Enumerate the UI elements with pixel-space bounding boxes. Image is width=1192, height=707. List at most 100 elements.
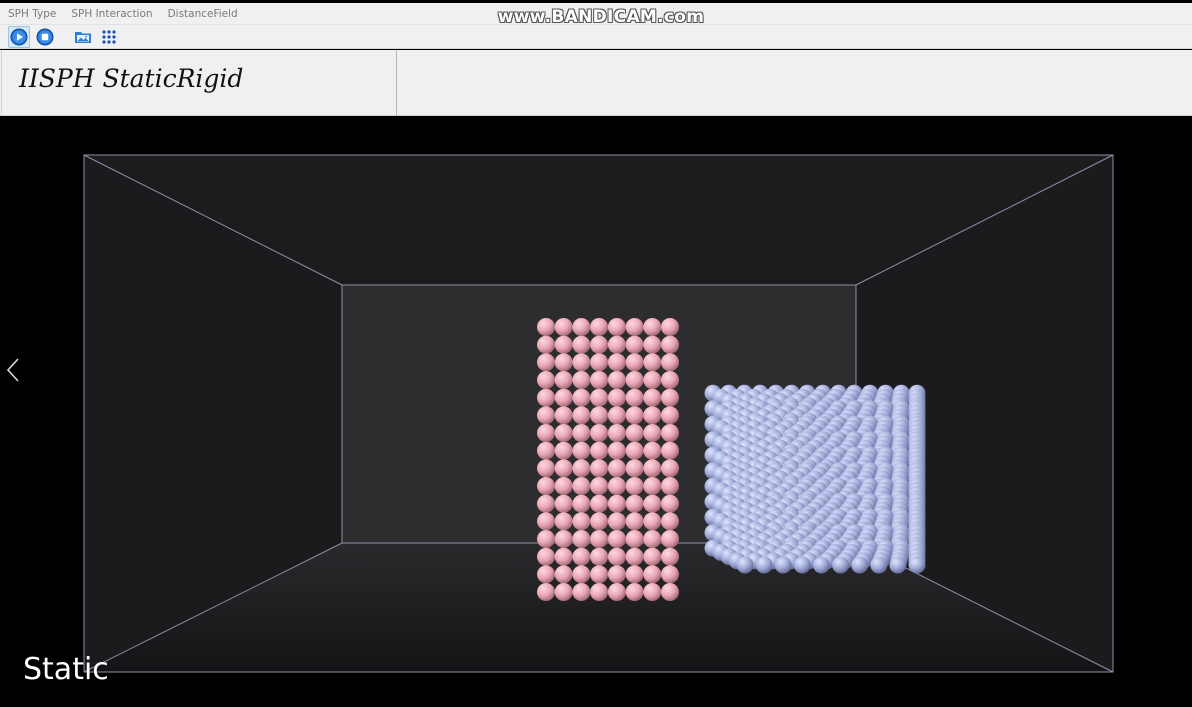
fluid-particle (537, 583, 555, 601)
fluid-particle (661, 459, 679, 478)
stop-button[interactable] (34, 26, 56, 48)
grid-button[interactable] (98, 26, 120, 48)
fluid-particle (537, 318, 555, 336)
fluid-particle (590, 512, 609, 531)
fluid-particle (607, 547, 626, 566)
load-scene-button[interactable] (72, 26, 94, 48)
fluid-particle (607, 318, 626, 336)
fluid-particle (625, 353, 644, 372)
fluid-particle (537, 459, 555, 478)
fluid-particle (554, 494, 573, 513)
render-viewport[interactable]: Static (0, 117, 1192, 707)
fluid-particle (554, 353, 573, 372)
nav-back-button[interactable] (6, 357, 26, 387)
rigid-particle (774, 556, 792, 574)
scene-title: IISPH StaticRigid (19, 64, 244, 93)
fluid-particle (661, 388, 679, 407)
fluid-particle (625, 512, 644, 531)
fluid-particle (661, 335, 679, 354)
rigid-particle (736, 556, 754, 574)
fluid-particle (590, 388, 609, 407)
fluid-particle (643, 512, 662, 531)
fluid-particle (607, 512, 626, 531)
chevron-left-icon (6, 358, 19, 382)
fluid-particle (590, 477, 609, 495)
fluid-particle (572, 318, 591, 336)
fluid-particle (643, 547, 662, 566)
fluid-particle (537, 353, 555, 372)
fluid-particle (661, 406, 679, 425)
fluid-particle (590, 530, 609, 548)
fluid-particle (661, 318, 679, 336)
fluid-particle (607, 583, 626, 601)
fluid-particle (537, 388, 555, 407)
fluid-particle (537, 530, 555, 548)
play-icon (10, 28, 28, 45)
fluid-particle (625, 530, 644, 548)
fluid-particle (625, 565, 644, 584)
fluid-particle (643, 565, 662, 584)
fluid-particle (607, 565, 626, 584)
fluid-particle (572, 477, 591, 495)
fluid-particle (625, 459, 644, 478)
fluid-particle (554, 318, 573, 336)
fluid-particle (554, 530, 573, 548)
stop-icon (36, 28, 54, 45)
menu-sph-type[interactable]: SPH Type (0, 5, 63, 23)
scene-title-box: IISPH StaticRigid (1, 50, 397, 116)
fluid-particle (643, 424, 662, 442)
fluid-particle (572, 494, 591, 513)
fluid-particle (607, 371, 626, 389)
fluid-particle (590, 353, 609, 372)
fluid-particle (572, 371, 591, 389)
fluid-particle (554, 512, 573, 531)
fluid-particle (643, 441, 662, 460)
rigid-particle (851, 556, 869, 574)
fluid-particle (537, 512, 555, 531)
fluid-particle (607, 477, 626, 495)
fluid-particle (625, 441, 644, 460)
fluid-particle (643, 388, 662, 407)
fluid-particle (607, 441, 626, 460)
menu-distance-field[interactable]: DistanceField (160, 5, 245, 23)
folder-image-icon (75, 31, 91, 43)
fluid-particle (537, 565, 555, 584)
fluid-particle (590, 494, 609, 513)
fluid-particle (590, 424, 609, 442)
rigid-particle (755, 556, 773, 574)
fluid-particle (590, 406, 609, 425)
fluid-particle (572, 565, 591, 584)
fluid-particle (661, 371, 679, 389)
fluid-particle (554, 424, 573, 442)
fluid-particle (554, 565, 573, 584)
fluid-particle (554, 441, 573, 460)
play-button[interactable] (8, 25, 30, 48)
scene-canvas (83, 154, 1114, 673)
fluid-particle (554, 477, 573, 495)
fluid-particle (661, 565, 679, 584)
fluid-particle (643, 406, 662, 425)
fluid-particle (643, 583, 662, 601)
fluid-particle (572, 530, 591, 548)
fluid-particle (607, 424, 626, 442)
fluid-particle (590, 318, 609, 336)
fluid-particle (643, 494, 662, 513)
rigid-particle (908, 556, 926, 574)
fluid-particle (625, 424, 644, 442)
fluid-particle (607, 459, 626, 478)
fluid-particle (537, 547, 555, 566)
fluid-particle (607, 335, 626, 354)
fluid-particle (625, 494, 644, 513)
fluid-particle (607, 406, 626, 425)
fluid-particle (554, 583, 573, 601)
fluid-particle (625, 406, 644, 425)
fluid-particle (554, 459, 573, 478)
fluid-particle (554, 388, 573, 407)
fluid-particle (537, 406, 555, 425)
fluid-particle (661, 441, 679, 460)
fluid-particle (537, 494, 555, 513)
fluid-particle (625, 388, 644, 407)
grid-dots-icon (102, 29, 116, 44)
fluid-particle (537, 335, 555, 354)
menu-sph-interaction[interactable]: SPH Interaction (63, 5, 159, 23)
